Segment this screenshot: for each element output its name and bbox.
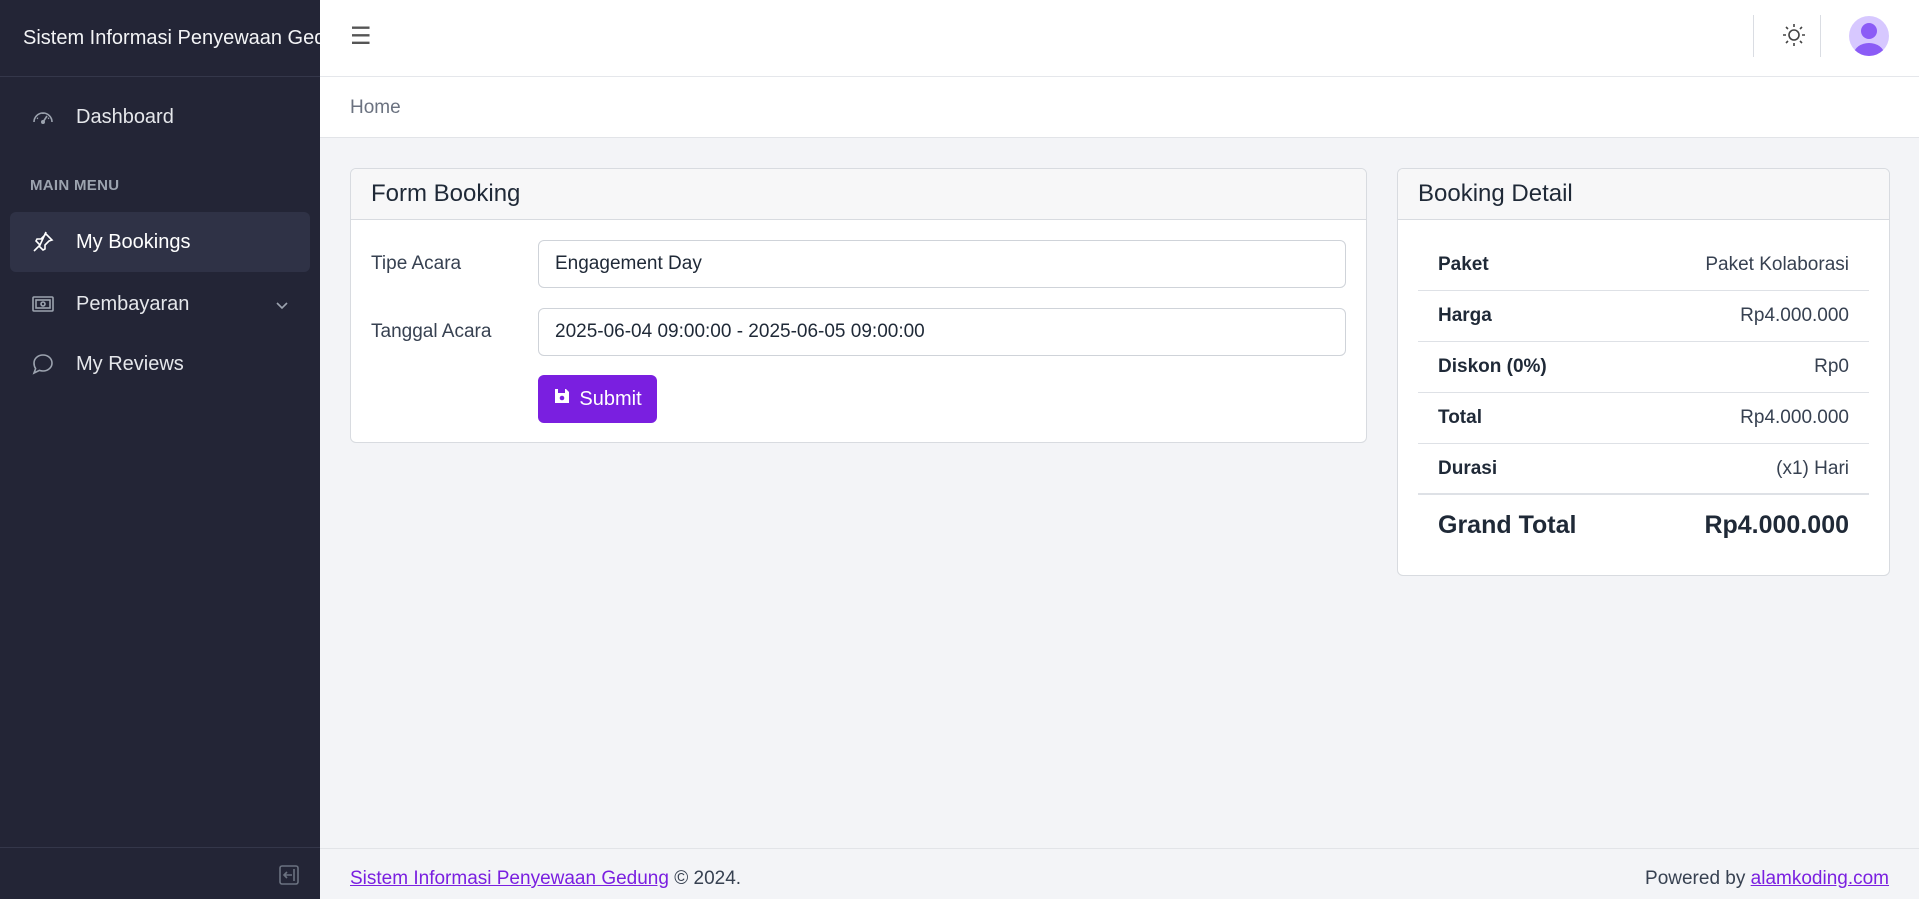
form-booking-card: Form Booking Tipe Acara Engagement Day T…: [350, 168, 1367, 443]
booking-detail-card: Booking Detail Paket Paket Kolaborasi Ha…: [1397, 168, 1890, 576]
breadcrumb: Home: [320, 77, 1919, 138]
field-label: Tipe Acara: [371, 253, 462, 274]
receipt-icon: [30, 291, 56, 317]
breadcrumb-home[interactable]: Home: [350, 97, 401, 119]
chat-icon: [30, 351, 56, 377]
theme-toggle-sun-icon[interactable]: [1781, 22, 1807, 48]
grand-total-row: Grand Total Rp4.000.000: [1418, 497, 1869, 553]
collapse-sidebar-icon[interactable]: [278, 864, 300, 886]
detail-value: Rp4.000.000: [1740, 407, 1849, 428]
field-label: Tanggal Acara: [371, 321, 492, 342]
form-row-tipe-acara: Tipe Acara Engagement Day: [371, 240, 1346, 288]
header-divider: [1753, 15, 1754, 57]
card-title: Form Booking: [351, 169, 1366, 220]
header-divider: [1820, 15, 1821, 57]
detail-key: Harga: [1438, 305, 1492, 326]
top-header: ☰: [320, 0, 1919, 77]
tanggal-acara-input[interactable]: 2025-06-04 09:00:00 - 2025-06-05 09:00:0…: [538, 308, 1346, 356]
sidebar-item-dashboard[interactable]: Dashboard: [10, 87, 310, 147]
menu-toggle-icon[interactable]: ☰: [350, 25, 372, 49]
sidebar-footer: [0, 847, 320, 899]
grand-total-label: Grand Total: [1438, 510, 1577, 539]
footer-right: Powered by alamkoding.com: [1645, 868, 1889, 890]
submit-button[interactable]: Submit: [538, 375, 657, 423]
sidebar-item-pembayaran[interactable]: Pembayaran: [10, 274, 310, 334]
powered-by-link[interactable]: alamkoding.com: [1751, 868, 1889, 889]
detail-value: (x1) Hari: [1776, 457, 1849, 479]
sidebar-item-label: Pembayaran: [76, 292, 190, 315]
speedometer-icon: [30, 104, 56, 130]
detail-key: Total: [1438, 407, 1482, 428]
section-label: MAIN MENU: [30, 177, 120, 194]
detail-value: Paket Kolaborasi: [1705, 254, 1849, 275]
footer-app-link[interactable]: Sistem Informasi Penyewaan Gedung: [350, 868, 669, 889]
grand-total-value: Rp4.000.000: [1704, 510, 1849, 539]
detail-key: Diskon (0%): [1438, 356, 1547, 377]
sidebar-item-label: Dashboard: [76, 105, 174, 128]
sidebar: Sistem Informasi Penyewaan Gedung Dashbo…: [0, 0, 320, 899]
card-title: Booking Detail: [1398, 169, 1889, 220]
powered-by-label: Powered by: [1645, 868, 1746, 889]
sidebar-item-label: My Bookings: [76, 230, 191, 253]
chevron-down-icon: [274, 296, 290, 319]
app-brand[interactable]: Sistem Informasi Penyewaan Gedung: [0, 0, 320, 77]
detail-value: Rp0: [1814, 356, 1849, 377]
detail-key: Paket: [1438, 254, 1489, 275]
submit-button-label: Submit: [579, 387, 642, 410]
footer-copyright: © 2024.: [674, 868, 742, 889]
user-avatar[interactable]: [1849, 16, 1889, 56]
sidebar-item-my-reviews[interactable]: My Reviews: [10, 334, 310, 394]
detail-row: Diskon (0%) Rp0: [1418, 342, 1869, 393]
sidebar-item-my-bookings[interactable]: My Bookings: [10, 212, 310, 272]
footer-left: Sistem Informasi Penyewaan Gedung © 2024…: [350, 868, 741, 890]
detail-row: Paket Paket Kolaborasi: [1418, 240, 1869, 291]
detail-row: Durasi (x1) Hari: [1418, 444, 1869, 495]
detail-value: Rp4.000.000: [1740, 305, 1849, 326]
form-row-tanggal-acara: Tanggal Acara 2025-06-04 09:00:00 - 2025…: [371, 308, 1346, 356]
page-footer: Sistem Informasi Penyewaan Gedung © 2024…: [320, 848, 1919, 899]
save-icon: [553, 387, 571, 411]
tipe-acara-input[interactable]: Engagement Day: [538, 240, 1346, 288]
sidebar-item-label: My Reviews: [76, 352, 184, 375]
detail-key: Durasi: [1438, 457, 1498, 479]
detail-row: Harga Rp4.000.000: [1418, 291, 1869, 342]
detail-row: Total Rp4.000.000: [1418, 393, 1869, 444]
pin-icon: [30, 229, 56, 255]
